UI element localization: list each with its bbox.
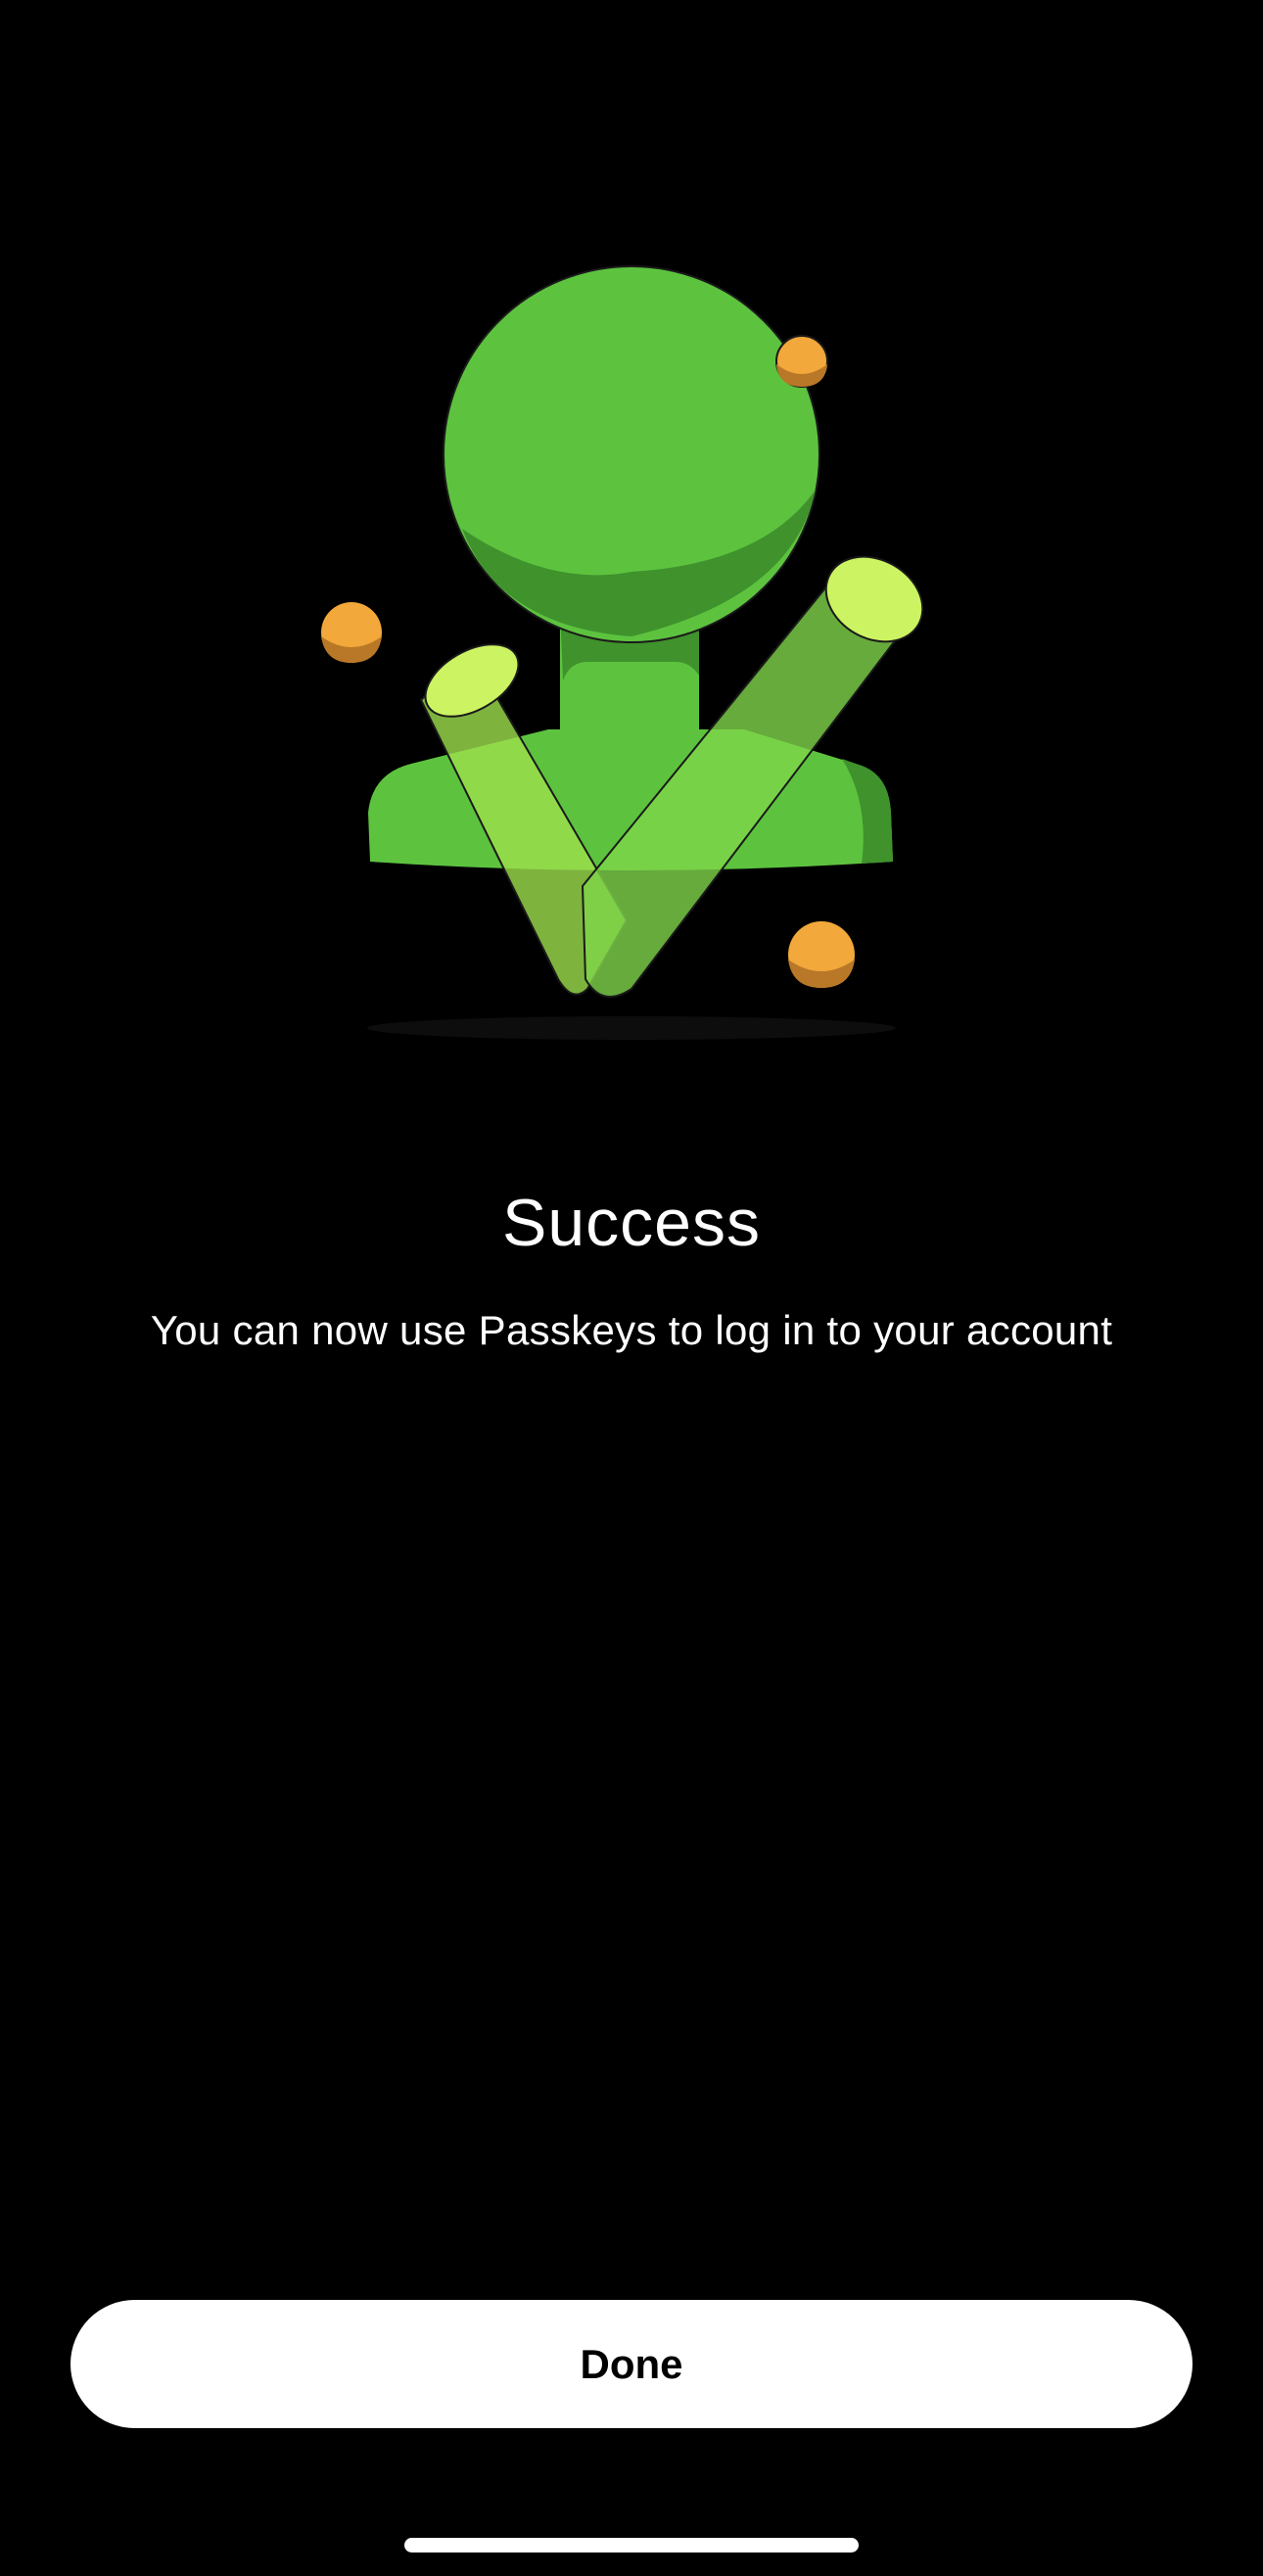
home-indicator[interactable] xyxy=(404,2538,859,2553)
success-title: Success xyxy=(502,1186,761,1260)
done-button[interactable]: Done xyxy=(70,2300,1193,2428)
done-button-label: Done xyxy=(580,2340,683,2387)
success-message: You can now use Passkeys to log in to yo… xyxy=(150,1307,1113,1353)
orange-dot-right xyxy=(788,921,855,988)
orange-dot-left xyxy=(321,602,382,663)
floor-shadow xyxy=(367,1016,896,1040)
user-checkmark-icon xyxy=(321,265,924,1040)
success-illustration xyxy=(294,235,969,1057)
orange-dot-top xyxy=(775,335,828,388)
